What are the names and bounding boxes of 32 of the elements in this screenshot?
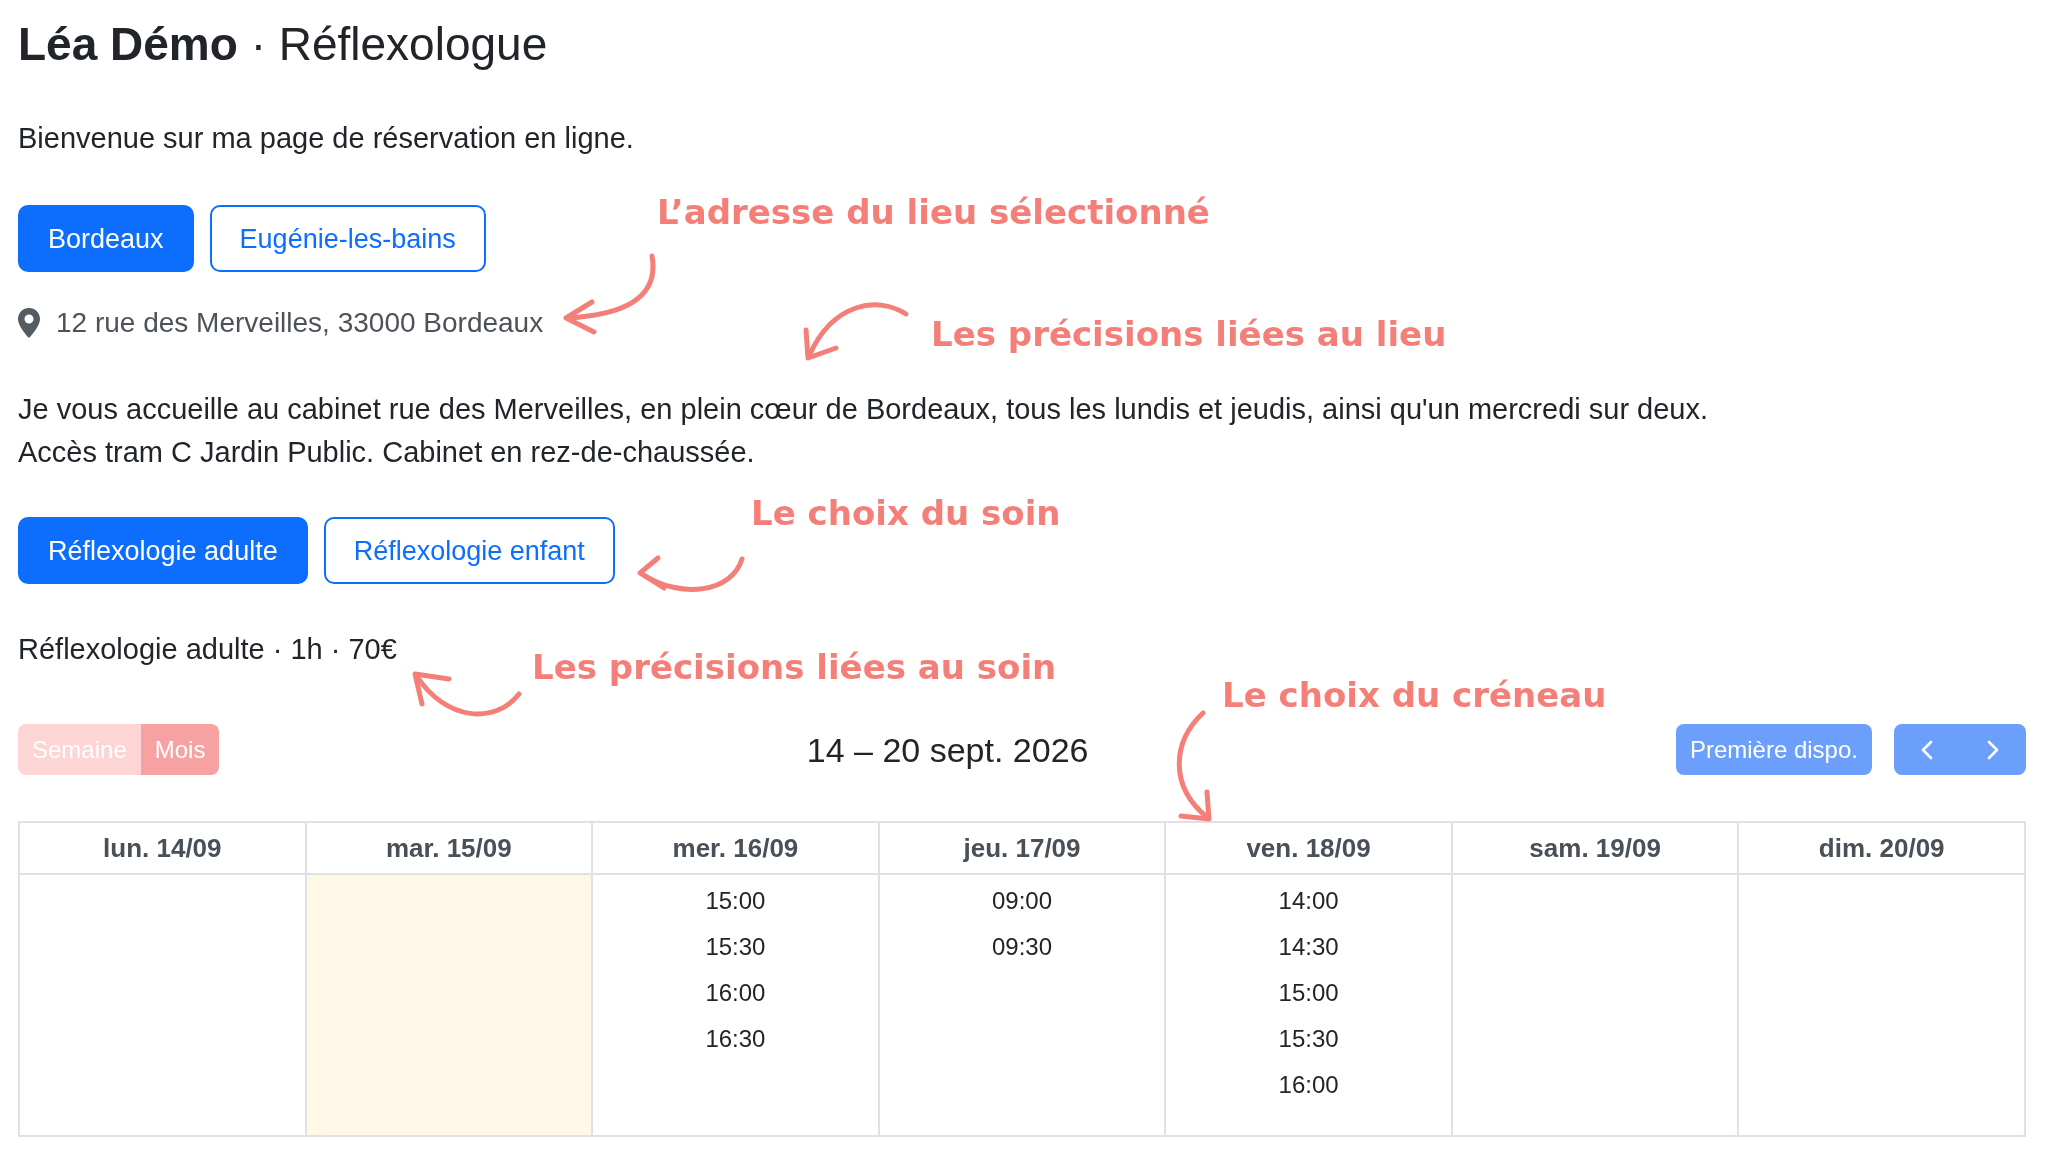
location-details-text: Accès tram C Jardin Public. Cabinet en rez-de-chaussée.: [18, 435, 755, 470]
time-slot[interactable]: 15:30: [1278, 1016, 1339, 1062]
time-slot[interactable]: 14:00: [1278, 878, 1339, 924]
time-slot[interactable]: 15:00: [705, 878, 766, 924]
time-slot[interactable]: 16:00: [705, 970, 766, 1016]
choice-button[interactable]: Bordeaux: [18, 205, 194, 272]
time-slot[interactable]: 14:30: [1278, 924, 1339, 970]
page-title: Léa Démo · Réflexologue: [18, 17, 548, 72]
choice-button[interactable]: Eugénie-les-bains: [209, 205, 486, 272]
annotation-text: Le choix du créneau: [1222, 675, 1607, 715]
time-slot[interactable]: 09:00: [991, 878, 1052, 924]
annotation-text: L’adresse du lieu sélectionné: [657, 192, 1210, 232]
date-range-title: 14 – 20 sept. 2026: [806, 729, 1089, 771]
previous-week-button[interactable]: [1894, 724, 1960, 775]
choice-button[interactable]: Réflexologie adulte: [18, 517, 308, 584]
choice-button[interactable]: Réflexologie enfant: [323, 517, 615, 584]
map-pin-icon: [18, 308, 40, 338]
address-text: 12 rue des Merveilles, 33000 Bordeaux: [56, 306, 544, 340]
service-summary-text: Réflexologie adulte · 1h · 70€: [18, 632, 397, 667]
time-slot[interactable]: 16:30: [705, 1016, 766, 1062]
chevron-right-icon: [1987, 739, 1999, 760]
time-slot[interactable]: 09:30: [991, 924, 1052, 970]
time-slot[interactable]: 15:00: [1278, 970, 1339, 1016]
time-slot[interactable]: 15:30: [705, 924, 766, 970]
intro-text: Bienvenue sur ma page de réservation en ligne.: [18, 121, 634, 156]
time-slot[interactable]: 16:00: [1278, 1062, 1339, 1108]
next-week-button[interactable]: [1960, 724, 2026, 775]
annotation-text: Les précisions liées au lieu: [931, 314, 1447, 354]
annotation-text: Les précisions liées au soin: [532, 647, 1057, 687]
annotation-text: Le choix du soin: [751, 493, 1061, 533]
chevron-left-icon: [1921, 739, 1933, 760]
location-details-text: Je vous accueille au cabinet rue des Merveilles, en plein cœur de Bordeaux, tous les lundis et jeudis, ainsi qu'un mercredi sur deux.: [18, 392, 1709, 427]
